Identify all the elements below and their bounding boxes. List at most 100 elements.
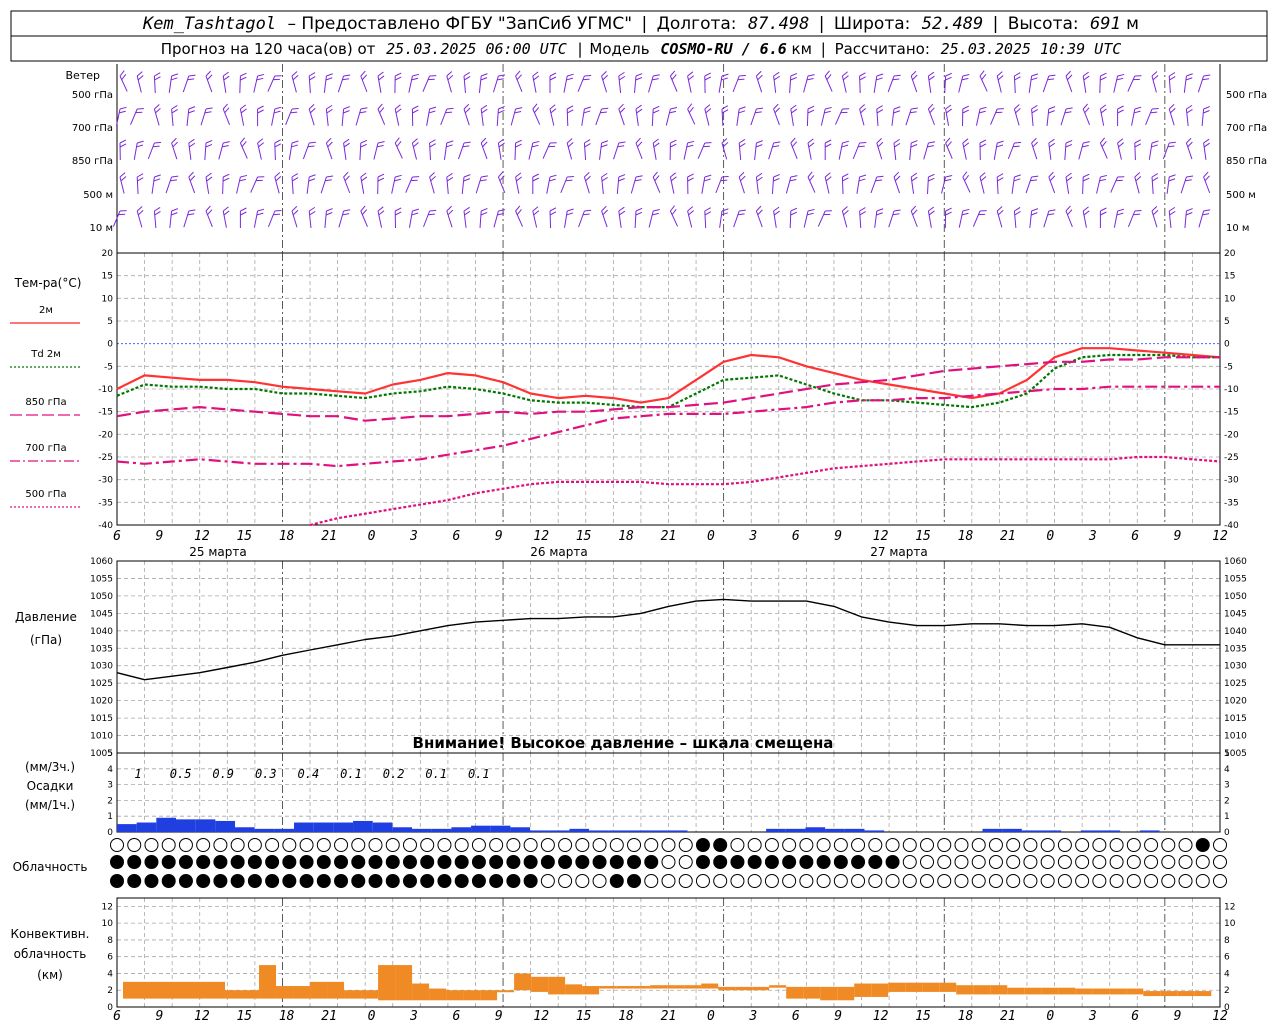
precip-bar [982,828,1003,832]
wind-barb [993,140,1004,160]
wind-barb-flag [1117,176,1125,178]
cloud-symbol [851,874,866,888]
wind-barb-flag [257,176,265,178]
wind-barb-flag [378,75,385,81]
wind-barb-staff [768,142,775,160]
cloud-symbol [178,874,193,888]
wind-barb-flag [721,73,729,77]
wind-barb [773,103,780,126]
y-tick-label: 1055 [1224,574,1247,584]
day-label: 25 марта [189,545,246,559]
wind-barb-flag [1203,74,1211,77]
wind-barb [463,206,471,228]
wind-level-label: 850 гПа [1226,156,1267,167]
wind-barb [274,172,282,194]
cloud-symbol [971,838,986,852]
wind-barb-staff [408,75,413,93]
wind-barb-flag [429,143,436,148]
wind-barb-flag [618,206,625,212]
y-tick-label: 1030 [1224,662,1247,672]
wind-barb-flag [377,206,384,212]
wind-barb [188,138,196,160]
wind-barb [958,74,970,93]
cloud-symbol [644,855,659,869]
wind-barb-staff [601,176,604,194]
wind-barb-flag [1203,171,1209,178]
wind-barb-flag [412,109,419,114]
wind-barb-staff [634,210,637,229]
wind-barb-staff [958,210,964,228]
wind-barb-flag [1203,142,1210,148]
wind-barb-flag [429,172,435,178]
wind-barb [1185,104,1193,126]
wind-barb-flag [791,108,798,114]
alt-unit: м [1126,14,1139,34]
wind-barb-staff [856,176,861,194]
wind-barb-staff [1028,75,1033,93]
wind-barb-flag [309,210,316,216]
wind-barb [768,141,781,160]
wind-barb-flag [859,72,866,77]
wind-barb-staff [803,75,809,93]
wind-barb [532,103,541,125]
conv-bar [667,985,685,989]
wind-barb-flag [257,208,265,212]
wind-barb-flag [205,205,211,212]
wind-barb-flag [240,174,248,178]
wind-barb [463,72,471,93]
conv-bar [293,986,311,999]
wind-barb-flag [412,105,419,110]
wind-barb [1082,206,1090,228]
wind-barb [560,175,574,193]
precip-total-label: 1 [134,767,141,781]
wind-barb [267,75,282,92]
wind-barb [1113,208,1125,228]
cloud-symbol [695,855,710,869]
wind-barb [634,73,643,93]
wind-barb [841,173,849,195]
wind-level-label: 700 гПа [1226,123,1267,134]
wind-barb [291,71,299,93]
wind-barb [291,206,299,228]
wind-barb [222,103,231,125]
wind-barb-flag [1100,76,1107,81]
wind-barb-flag [601,205,607,212]
wind-barb-flag [481,175,488,178]
hour-tick-label: 18 [279,529,295,544]
wind-barb-flag [997,177,1004,182]
wind-barb-flag [842,75,849,81]
cloud-symbol [316,855,331,869]
wind-barb-flag [1082,177,1090,182]
wind-barb-staff [1025,176,1033,194]
wind-barb-flag [756,176,763,182]
wind-barb [200,107,213,126]
wind-barb-flag [532,177,540,182]
wind-barb [566,105,574,127]
wind-barb-staff [306,176,310,194]
conv-bar [837,986,855,1001]
wind-barb-flag [566,105,574,110]
wind-barb-flag [1065,139,1073,144]
wind-barb-staff [338,210,345,228]
cloud-symbol [1109,855,1124,869]
cloud-symbol [127,838,142,852]
wind-barb-flag [1151,71,1158,77]
wind-barb [1013,72,1021,94]
cloud-symbol [334,874,349,888]
cloud-symbol [1178,874,1193,888]
cloud-symbol [1057,855,1072,869]
wind-barb-staff [975,108,981,126]
wind-barb-flag [859,174,867,178]
wind-barb [873,73,884,93]
hour-tick-label: 6 [113,529,121,544]
wind-barb [169,208,179,228]
y-tick-label: 1045 [90,609,113,619]
wind-barb-flag [876,105,883,110]
wind-barb [188,171,196,194]
wind-barb-flag [996,206,1003,212]
cloud-symbol [1213,838,1227,852]
wind-barb-flag [394,72,402,77]
conv-bar [701,983,719,989]
wind-barb [806,105,815,127]
wind-barb-flag [1168,72,1176,77]
